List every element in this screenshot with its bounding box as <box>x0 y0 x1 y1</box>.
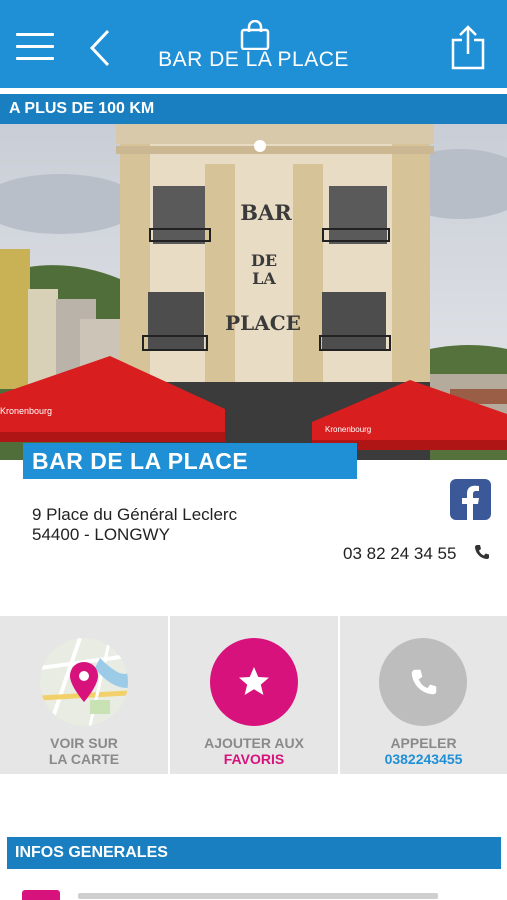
page-title: BAR DE LA PLACE <box>158 48 349 71</box>
star-icon <box>239 667 269 695</box>
venue-photo[interactable]: BAR DE LA PLACE Kronenbourg Kronenbourg <box>0 124 507 460</box>
map-pin-icon <box>70 662 98 702</box>
distance-label: A PLUS DE 100 KM <box>0 94 507 124</box>
menu-icon[interactable] <box>16 33 56 63</box>
call-label2: 0382243455 <box>384 751 463 767</box>
sign-bar: BAR <box>240 200 292 225</box>
add-favorite-label1: AJOUTER AUX <box>204 735 304 751</box>
app-header: BAR DE LA PLACE <box>0 0 507 88</box>
add-favorite-button[interactable]: AJOUTER AUX FAVORIS <box>170 616 338 774</box>
view-map-label1: VOIR SUR <box>50 735 118 751</box>
header-divider <box>0 88 507 92</box>
sign-place: PLACE <box>225 311 301 335</box>
carousel-dot <box>254 140 266 152</box>
call-label1: APPELER <box>390 735 457 751</box>
back-icon[interactable] <box>86 28 116 68</box>
info-text-preview <box>78 893 438 899</box>
address-line2: 54400 - LONGWY <box>32 525 170 544</box>
sign-la: LA <box>252 269 276 288</box>
venue-name: BAR DE LA PLACE <box>23 443 357 479</box>
view-map-button[interactable]: VOIR SUR LA CARTE <box>0 616 168 774</box>
facebook-icon[interactable] <box>450 479 491 520</box>
sign-de: DE <box>251 251 277 270</box>
view-map-label2: LA CARTE <box>48 751 120 767</box>
umbrella-brand-right: Kronenbourg <box>325 425 371 434</box>
call-button[interactable]: APPELER 0382243455 <box>340 616 507 774</box>
phone-small-icon <box>475 545 489 559</box>
section-title-infos: INFOS GENERALES <box>7 837 501 869</box>
calendar-icon <box>22 890 60 900</box>
shopping-bag-icon <box>240 20 270 50</box>
phone-number[interactable]: 03 82 24 34 55 <box>343 544 456 564</box>
address-line1: 9 Place du Général Leclerc <box>32 505 238 524</box>
add-favorite-label2: FAVORIS <box>223 751 285 767</box>
phone-icon <box>411 669 437 695</box>
umbrella-brand-left: Kronenbourg <box>0 406 52 416</box>
share-icon[interactable] <box>450 24 486 70</box>
